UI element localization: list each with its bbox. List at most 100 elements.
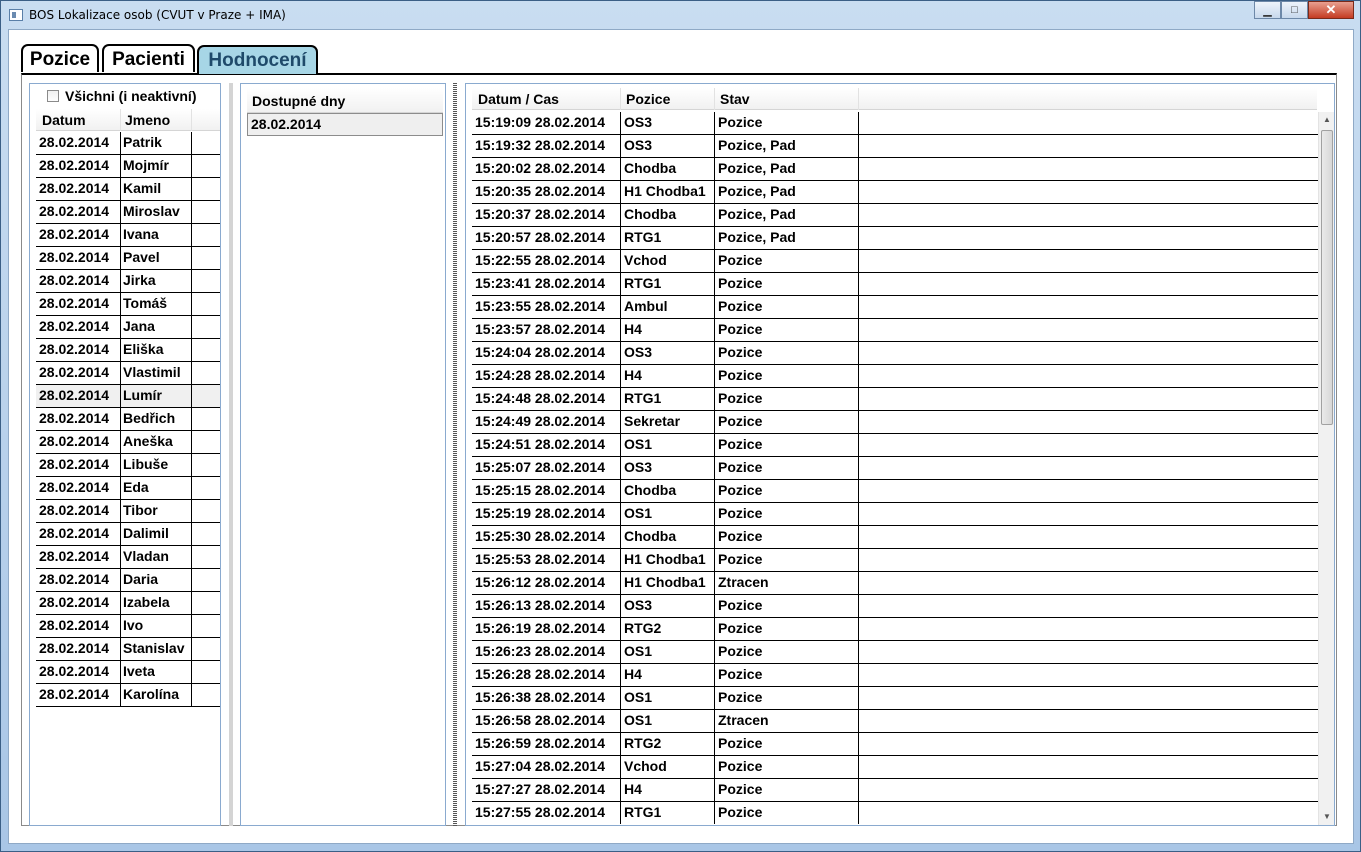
- tab-pacienti[interactable]: Pacienti: [102, 44, 195, 72]
- record-datetime: 15:26:19 28.02.2014: [475, 620, 605, 636]
- record-position: RTG1: [624, 229, 662, 245]
- patient-date: 28.02.2014: [39, 571, 110, 587]
- patient-row[interactable]: 28.02.2014 Tibor: [36, 500, 220, 523]
- patient-row[interactable]: 28.02.2014 Vlastimil: [36, 362, 220, 385]
- patient-name: Tibor: [123, 502, 158, 518]
- record-row[interactable]: 15:24:28 28.02.2014 H4 Pozice: [472, 365, 1318, 388]
- record-row[interactable]: 15:26:23 28.02.2014 OS1 Pozice: [472, 641, 1318, 664]
- record-row[interactable]: 15:23:57 28.02.2014 H4 Pozice: [472, 319, 1318, 342]
- patient-row[interactable]: 28.02.2014 Jana: [36, 316, 220, 339]
- tab-hodnoceni[interactable]: Hodnocení: [197, 45, 318, 74]
- record-row[interactable]: 15:26:59 28.02.2014 RTG2 Pozice: [472, 733, 1318, 756]
- tab-pozice[interactable]: Pozice: [21, 44, 99, 72]
- record-row[interactable]: 15:26:13 28.02.2014 OS3 Pozice: [472, 595, 1318, 618]
- record-row[interactable]: 15:19:32 28.02.2014 OS3 Pozice, Pad: [472, 135, 1318, 158]
- scroll-down-icon[interactable]: ▼: [1319, 809, 1335, 825]
- record-status: Pozice: [718, 735, 763, 751]
- day-row[interactable]: 28.02.2014: [247, 113, 443, 136]
- splitter-left[interactable]: [229, 83, 233, 826]
- record-row[interactable]: 15:20:02 28.02.2014 Chodba Pozice, Pad: [472, 158, 1318, 181]
- column-header-pozice[interactable]: Pozice: [626, 91, 670, 107]
- record-row[interactable]: 15:25:30 28.02.2014 Chodba Pozice: [472, 526, 1318, 549]
- minimize-button[interactable]: ▁: [1254, 1, 1281, 19]
- patient-row[interactable]: 28.02.2014 Eda: [36, 477, 220, 500]
- scroll-up-icon[interactable]: ▲: [1319, 112, 1335, 128]
- patient-row[interactable]: 28.02.2014 Stanislav: [36, 638, 220, 661]
- record-row[interactable]: 15:24:51 28.02.2014 OS1 Pozice: [472, 434, 1318, 457]
- record-row[interactable]: 15:25:15 28.02.2014 Chodba Pozice: [472, 480, 1318, 503]
- patient-row[interactable]: 28.02.2014 Aneška: [36, 431, 220, 454]
- patient-row[interactable]: 28.02.2014 Bedřich: [36, 408, 220, 431]
- patient-date: 28.02.2014: [39, 456, 110, 472]
- maximize-button[interactable]: □: [1281, 1, 1308, 19]
- record-row[interactable]: 15:27:27 28.02.2014 H4 Pozice: [472, 779, 1318, 802]
- column-header-datum-cas[interactable]: Datum / Cas: [478, 91, 559, 107]
- patient-row[interactable]: 28.02.2014 Iveta: [36, 661, 220, 684]
- record-row[interactable]: 15:25:07 28.02.2014 OS3 Pozice: [472, 457, 1318, 480]
- record-datetime: 15:25:15 28.02.2014: [475, 482, 605, 498]
- patient-row[interactable]: 28.02.2014 Miroslav: [36, 201, 220, 224]
- patient-name: Iveta: [123, 663, 155, 679]
- patient-row[interactable]: 28.02.2014 Pavel: [36, 247, 220, 270]
- patient-row[interactable]: 28.02.2014 Jirka: [36, 270, 220, 293]
- record-row[interactable]: 15:26:19 28.02.2014 RTG2 Pozice: [472, 618, 1318, 641]
- patient-row[interactable]: 28.02.2014 Eliška: [36, 339, 220, 362]
- record-position: OS3: [624, 597, 653, 613]
- scrollbar-thumb[interactable]: [1321, 130, 1333, 425]
- patient-row[interactable]: 28.02.2014 Daria: [36, 569, 220, 592]
- patient-row[interactable]: 28.02.2014 Dalimil: [36, 523, 220, 546]
- patient-row[interactable]: 28.02.2014 Mojmír: [36, 155, 220, 178]
- record-datetime: 15:20:02 28.02.2014: [475, 160, 605, 176]
- record-row[interactable]: 15:20:35 28.02.2014 H1 Chodba1 Pozice, Pad: [472, 181, 1318, 204]
- records-scrollbar[interactable]: ▲ ▼: [1318, 112, 1334, 825]
- record-datetime: 15:26:13 28.02.2014: [475, 597, 605, 613]
- title-bar[interactable]: BOS Lokalizace osob (CVUT v Praze + IMA)…: [1, 1, 1360, 29]
- record-row[interactable]: 15:25:19 28.02.2014 OS1 Pozice: [472, 503, 1318, 526]
- patient-row[interactable]: 28.02.2014 Lumír: [36, 385, 220, 408]
- record-row[interactable]: 15:27:55 28.02.2014 RTG1 Pozice: [472, 802, 1318, 824]
- record-status: Pozice, Pad: [718, 206, 796, 222]
- record-row[interactable]: 15:23:55 28.02.2014 Ambul Pozice: [472, 296, 1318, 319]
- patient-row[interactable]: 28.02.2014 Vladan: [36, 546, 220, 569]
- record-datetime: 15:20:57 28.02.2014: [475, 229, 605, 245]
- patient-name: Karolína: [123, 686, 180, 702]
- record-row[interactable]: 15:23:41 28.02.2014 RTG1 Pozice: [472, 273, 1318, 296]
- record-datetime: 15:20:35 28.02.2014: [475, 183, 605, 199]
- patient-row[interactable]: 28.02.2014 Patrik: [36, 132, 220, 155]
- record-row[interactable]: 15:26:28 28.02.2014 H4 Pozice: [472, 664, 1318, 687]
- record-row[interactable]: 15:20:37 28.02.2014 Chodba Pozice, Pad: [472, 204, 1318, 227]
- record-row[interactable]: 15:20:57 28.02.2014 RTG1 Pozice, Pad: [472, 227, 1318, 250]
- patient-name: Vlastimil: [123, 364, 181, 380]
- patient-row[interactable]: 28.02.2014 Kamil: [36, 178, 220, 201]
- record-row[interactable]: 15:24:48 28.02.2014 RTG1 Pozice: [472, 388, 1318, 411]
- splitter-right[interactable]: [453, 83, 457, 826]
- record-row[interactable]: 15:24:49 28.02.2014 Sekretar Pozice: [472, 411, 1318, 434]
- close-button[interactable]: ✕: [1308, 1, 1354, 19]
- column-header-datum[interactable]: Datum: [42, 112, 86, 128]
- record-row[interactable]: 15:26:38 28.02.2014 OS1 Pozice: [472, 687, 1318, 710]
- patient-row[interactable]: 28.02.2014 Ivo: [36, 615, 220, 638]
- record-row[interactable]: 15:19:09 28.02.2014 OS3 Pozice: [472, 112, 1318, 135]
- column-header-jmeno[interactable]: Jmeno: [125, 112, 170, 128]
- record-position: Vchod: [624, 758, 667, 774]
- record-row[interactable]: 15:27:04 28.02.2014 Vchod Pozice: [472, 756, 1318, 779]
- patient-row[interactable]: 28.02.2014 Izabela: [36, 592, 220, 615]
- record-position: Chodba: [624, 206, 677, 222]
- column-header-stav[interactable]: Stav: [720, 91, 750, 107]
- patient-row[interactable]: 28.02.2014 Karolína: [36, 684, 220, 707]
- record-status: Pozice: [718, 781, 763, 797]
- all-inactive-checkbox[interactable]: [47, 90, 59, 102]
- days-header-label[interactable]: Dostupné dny: [252, 93, 345, 109]
- record-row[interactable]: 15:25:53 28.02.2014 H1 Chodba1 Pozice: [472, 549, 1318, 572]
- days-header: Dostupné dny: [247, 88, 443, 113]
- patient-row[interactable]: 28.02.2014 Libuše: [36, 454, 220, 477]
- record-status: Pozice: [718, 390, 763, 406]
- record-row[interactable]: 15:24:04 28.02.2014 OS3 Pozice: [472, 342, 1318, 365]
- patient-date: 28.02.2014: [39, 617, 110, 633]
- patient-date: 28.02.2014: [39, 525, 110, 541]
- record-row[interactable]: 15:26:12 28.02.2014 H1 Chodba1 Ztracen: [472, 572, 1318, 595]
- patient-row[interactable]: 28.02.2014 Ivana: [36, 224, 220, 247]
- record-row[interactable]: 15:22:55 28.02.2014 Vchod Pozice: [472, 250, 1318, 273]
- patient-row[interactable]: 28.02.2014 Tomáš: [36, 293, 220, 316]
- record-row[interactable]: 15:26:58 28.02.2014 OS1 Ztracen: [472, 710, 1318, 733]
